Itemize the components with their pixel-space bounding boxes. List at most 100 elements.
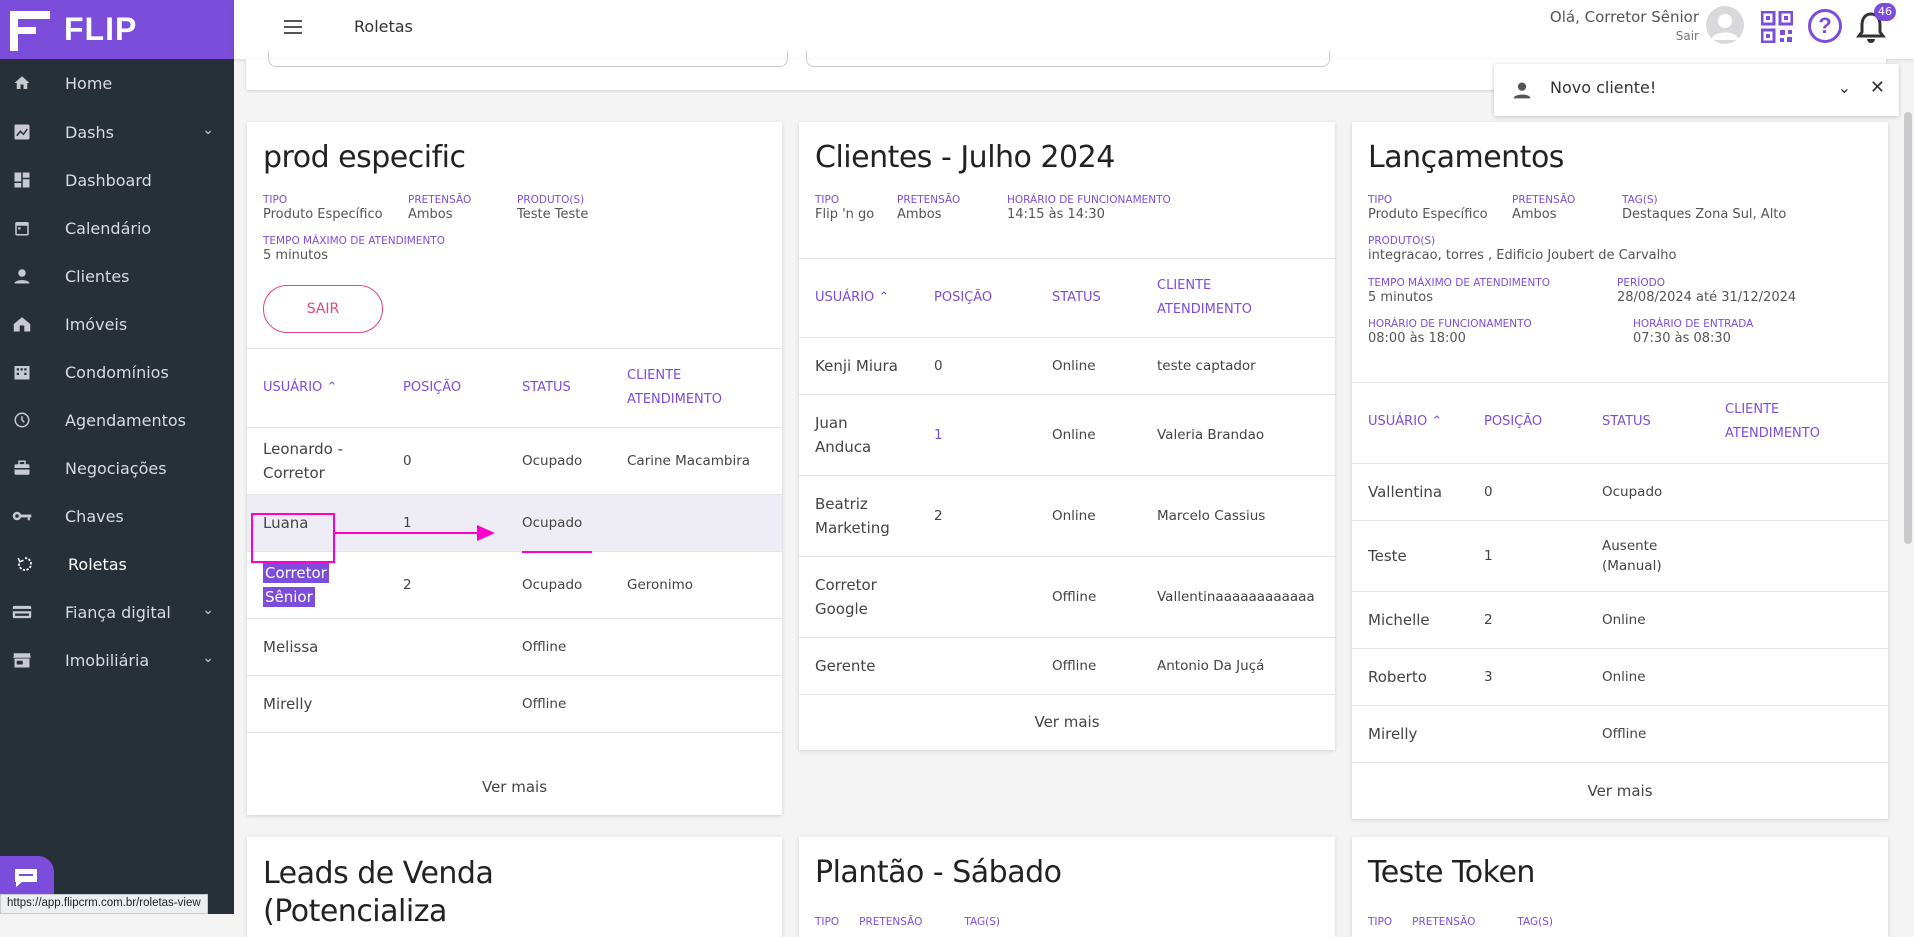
table-row[interactable]: Roberto 3 Online (1352, 649, 1888, 705)
sidebar-item-condominios[interactable]: Condomínios (0, 352, 234, 392)
greeting-text: Olá, Corretor Sênior (1550, 8, 1699, 26)
table-row[interactable]: Kenji Miura 0 Online teste captador (799, 338, 1335, 394)
sidebar-item-dashboard[interactable]: Dashboard (0, 160, 234, 200)
cell-status: Online (1052, 356, 1096, 376)
cell-position: 2 (403, 575, 412, 595)
card-title: Lançamentos (1368, 140, 1564, 175)
meta-tempo: TEMPO MÁXIMO DE ATENDIMENTO5 minutos (1368, 277, 1550, 305)
roulette-card-prod: prod especific TIPOProduto Específico PR… (247, 122, 782, 815)
table-row[interactable]: BeatrizMarketing 2 Online Marcelo Cassiu… (799, 476, 1335, 556)
cell-status: Offline (522, 637, 566, 657)
col-status[interactable]: STATUS (522, 376, 571, 400)
annotation-arrowhead (477, 525, 495, 541)
table-row[interactable]: Gerente Offline Antonio Da Juçá (799, 638, 1335, 694)
table-row[interactable]: Michelle 2 Online (1352, 592, 1888, 648)
chart-icon (11, 121, 33, 143)
sidebar-item-label: Dashs (65, 123, 114, 142)
sidebar-item-label: Agendamentos (65, 411, 186, 430)
col-posicao[interactable]: POSIÇÃO (403, 376, 461, 400)
cell-user: Vallentina (1368, 480, 1442, 504)
menu-icon[interactable] (282, 16, 304, 38)
cell-status: Ocupado (1602, 482, 1662, 502)
card-title: Teste Token (1368, 855, 1535, 890)
annotation-box (251, 513, 335, 563)
sidebar-item-calendario[interactable]: Calendário (0, 208, 234, 248)
store-icon (11, 649, 33, 671)
sidebar-item-imoveis[interactable]: Imóveis (0, 304, 234, 344)
dashboard-icon (11, 169, 33, 191)
sidebar-item-dashs[interactable]: Dashs ⌄ (0, 112, 234, 152)
col-cliente[interactable]: CLIENTEATENDIMENTO (1157, 274, 1252, 322)
meta-tempo: TEMPO MÁXIMO DE ATENDIMENTO5 minutos (263, 235, 445, 263)
cell-client: Valeria Brandao (1157, 425, 1264, 445)
person-icon (1512, 80, 1532, 100)
sidebar-item-clientes[interactable]: Clientes (0, 256, 234, 296)
qr-code-icon[interactable] (1761, 11, 1793, 43)
sidebar-item-imobiliaria[interactable]: Imobiliária ⌄ (0, 640, 234, 680)
col-status[interactable]: STATUS (1602, 410, 1651, 434)
notification-toast[interactable]: Novo cliente! ⌄ ✕ (1494, 64, 1899, 116)
cell-status: Online (1602, 667, 1646, 687)
meta-horario: HORÁRIO DE FUNCIONAMENTO08:00 às 18:00 (1368, 318, 1532, 346)
sidebar-item-chaves[interactable]: Chaves (0, 496, 234, 536)
calendar-icon (11, 217, 33, 239)
help-icon[interactable]: ? (1808, 9, 1842, 43)
leave-button[interactable]: SAIR (263, 285, 383, 333)
filter-field[interactable] (268, 51, 788, 67)
card-title: Plantão - Sábado (815, 855, 1061, 890)
table-row[interactable]: JuanAnduca 1 Online Valeria Brandao (799, 395, 1335, 475)
col-cliente[interactable]: CLIENTEATENDIMENTO (1725, 398, 1820, 446)
scrollbar[interactable] (1904, 112, 1912, 544)
table-row[interactable]: Teste 1 Ausente(Manual) (1352, 521, 1888, 591)
sidebar-item-home[interactable]: Home (0, 63, 234, 103)
table-row[interactable]: Melissa Offline (247, 619, 782, 675)
table-row[interactable]: Mirelly Offline (1352, 706, 1888, 762)
col-cliente[interactable]: CLIENTEATENDIMENTO (627, 364, 722, 412)
see-more-link[interactable]: Ver mais (1352, 782, 1888, 800)
table-row[interactable]: Leonardo -Corretor 0 Ocupado Carine Maca… (247, 428, 782, 494)
col-usuario[interactable]: USUÁRIO ⌃ (1368, 410, 1442, 434)
card-title: prod especific (263, 140, 465, 175)
cell-position: 0 (1484, 482, 1493, 502)
col-usuario[interactable]: USUÁRIO ⌃ (815, 286, 889, 310)
table-row[interactable]: Mirelly Offline (247, 676, 782, 732)
meta-produtos: PRODUTO(S)integracao, torres , Edificio … (1368, 235, 1676, 263)
see-more-link[interactable]: Ver mais (799, 713, 1335, 731)
col-posicao[interactable]: POSIÇÃO (1484, 410, 1542, 434)
cell-user: BeatrizMarketing (815, 492, 890, 540)
logo[interactable]: FLIP (0, 0, 234, 59)
avatar[interactable] (1706, 6, 1744, 44)
cell-client: Marcelo Cassius (1157, 506, 1265, 526)
chevron-down-icon[interactable]: ⌄ (1838, 78, 1851, 97)
cell-status: Ocupado (522, 451, 582, 471)
sidebar-item-agendamentos[interactable]: Agendamentos (0, 400, 234, 440)
table-row[interactable]: CorretorGoogle Offline Vallentinaaaaaaaa… (799, 557, 1335, 637)
sidebar-item-label: Imobiliária (65, 651, 149, 670)
home-icon (11, 72, 33, 94)
table-row[interactable]: Vallentina 0 Ocupado (1352, 464, 1888, 520)
cell-position: 3 (1484, 667, 1493, 687)
cell-client: Antonio Da Juçá (1157, 656, 1264, 676)
cell-client: Geronimo (627, 575, 693, 595)
cell-position: 1 (1484, 546, 1493, 566)
sidebar-item-roletas[interactable]: Roletas (0, 544, 234, 584)
col-usuario[interactable]: USUÁRIO ⌃ (263, 376, 337, 400)
cell-status: Offline (1052, 587, 1096, 607)
card-title: Leads de Venda(Potencializa (263, 855, 493, 931)
roulette-card-teste-token: Teste Token TIPOPRETENSÃOTAG(S) (1352, 837, 1888, 937)
sidebar-item-label: Negociações (65, 459, 167, 478)
sidebar-item-negociacoes[interactable]: Negociações (0, 448, 234, 488)
roulette-card-leads: Leads de Venda(Potencializa (247, 837, 782, 937)
see-more-link[interactable]: Ver mais (247, 778, 782, 796)
filter-field[interactable] (806, 51, 1330, 67)
col-status[interactable]: STATUS (1052, 286, 1101, 310)
logout-link[interactable]: Sair (1550, 29, 1699, 43)
chat-button[interactable] (0, 856, 54, 896)
cell-position: 0 (934, 356, 943, 376)
sidebar-item-fianca-digital[interactable]: Fiança digital ⌄ (0, 592, 234, 632)
sidebar-item-label: Fiança digital (65, 603, 171, 622)
close-icon[interactable]: ✕ (1870, 77, 1885, 98)
col-posicao[interactable]: POSIÇÃO (934, 286, 992, 310)
card-icon (11, 601, 33, 623)
key-icon (11, 505, 33, 527)
